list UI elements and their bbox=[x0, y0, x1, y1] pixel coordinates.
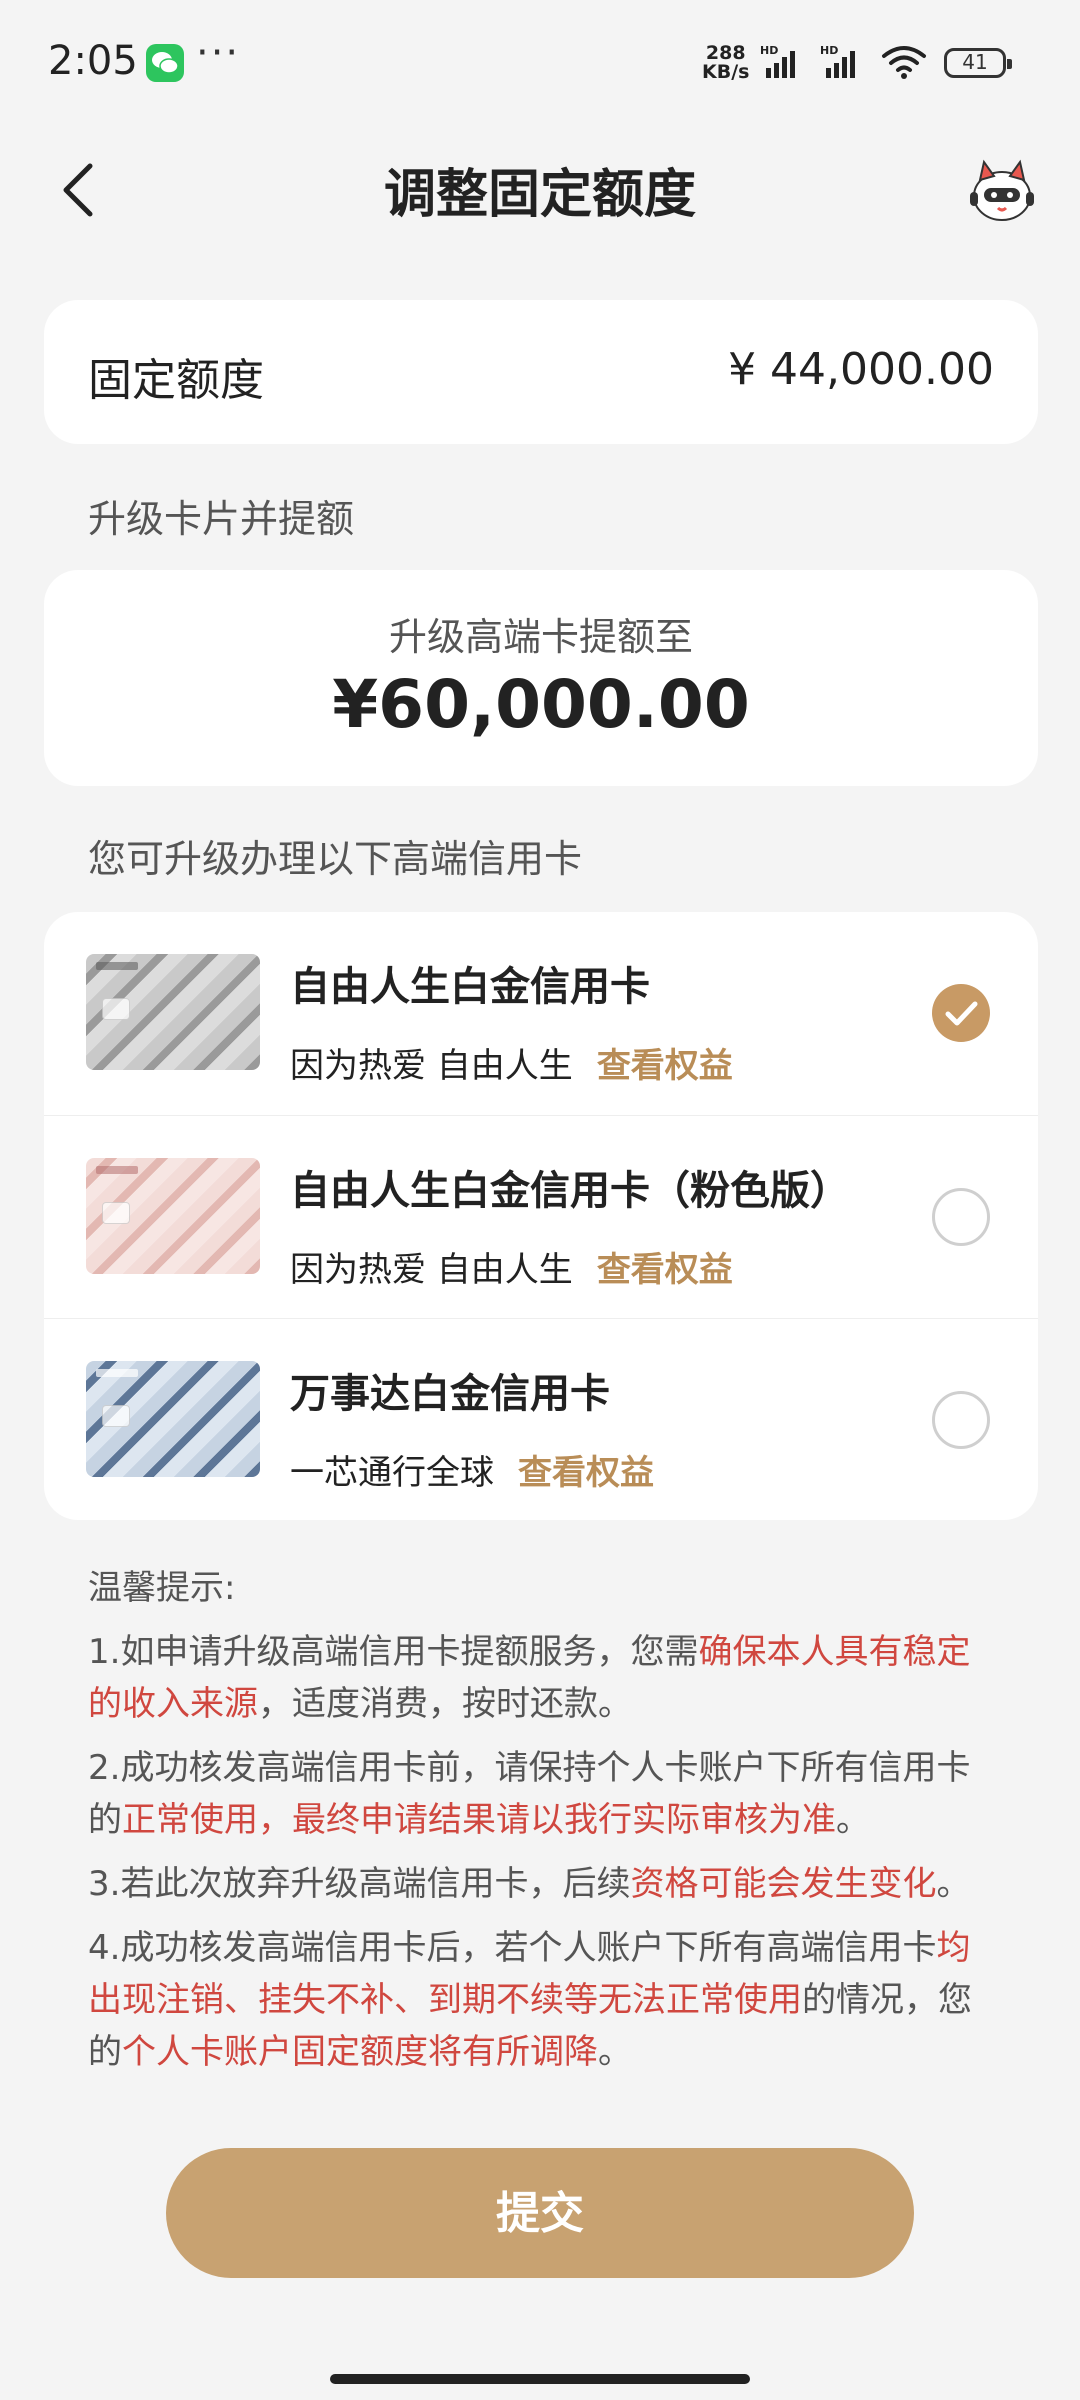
card-option-2[interactable]: 自由人生白金信用卡（粉色版） 因为热爱 自由人生 查看权益 bbox=[44, 1115, 1038, 1318]
home-indicator[interactable] bbox=[330, 2374, 750, 2384]
view-benefits-link[interactable]: 查看权益 bbox=[597, 1046, 733, 1086]
submit-button[interactable]: 提交 bbox=[166, 2148, 914, 2278]
card-image-blue bbox=[86, 1361, 260, 1477]
radio-selected[interactable] bbox=[932, 984, 990, 1042]
tips-title: 温馨提示: bbox=[88, 1568, 236, 1608]
cards-section-label: 您可升级办理以下高端信用卡 bbox=[88, 837, 583, 881]
upgrade-section-label: 升级卡片并提额 bbox=[88, 497, 355, 541]
wechat-icon bbox=[146, 44, 184, 82]
tip-4: 4.成功核发高端信用卡后，若个人账户下所有高端信用卡均出现注销、挂失不补、到期不… bbox=[88, 1928, 972, 2072]
tips-section: 温馨提示: 1.如申请升级高端信用卡提额服务，您需确保本人具有稳定的收入来源，适… bbox=[88, 1562, 998, 2090]
card-image-pink bbox=[86, 1158, 260, 1274]
status-time: 2:05 bbox=[48, 38, 138, 84]
tip-2: 2.成功核发高端信用卡前，请保持个人卡账户下所有信用卡的正常使用，最终申请结果请… bbox=[88, 1748, 971, 1840]
view-benefits-link[interactable]: 查看权益 bbox=[518, 1453, 654, 1493]
status-bar: 2:05 ··· 288 KB/s HD HD 41 bbox=[0, 0, 1080, 130]
card-desc: 一芯通行全球 查看权益 bbox=[290, 1453, 654, 1493]
fixed-limit-value: ¥ 44,000.00 bbox=[728, 344, 994, 395]
view-benefits-link[interactable]: 查看权益 bbox=[597, 1250, 733, 1290]
card-name: 自由人生白金信用卡 bbox=[290, 964, 650, 1010]
card-option-1[interactable]: 自由人生白金信用卡 因为热爱 自由人生 查看权益 bbox=[44, 912, 1038, 1114]
radio-unselected[interactable] bbox=[932, 1188, 990, 1246]
page-title: 调整固定额度 bbox=[383, 165, 696, 225]
signal-icon: HD bbox=[760, 44, 810, 84]
mascot-icon[interactable] bbox=[962, 150, 1042, 230]
svg-text:HD: HD bbox=[760, 44, 778, 57]
wifi-icon bbox=[880, 44, 928, 84]
fixed-limit-label: 固定额度 bbox=[88, 355, 264, 406]
card-option-3[interactable]: 万事达白金信用卡 一芯通行全球 查看权益 bbox=[44, 1318, 1038, 1520]
check-icon bbox=[945, 1001, 978, 1026]
upgrade-amount-card: 升级高端卡提额至 ¥60,000.00 bbox=[44, 570, 1038, 786]
more-notifications: ··· bbox=[196, 30, 241, 76]
tip-3: 3.若此次放弃升级高端信用卡，后续资格可能会发生变化。 bbox=[88, 1864, 971, 1904]
card-desc: 因为热爱 自由人生 查看权益 bbox=[290, 1046, 733, 1086]
upgrade-amount: ¥60,000.00 bbox=[332, 666, 750, 743]
upgrade-subtitle: 升级高端卡提额至 bbox=[388, 615, 693, 659]
network-speed: 288 KB/s bbox=[702, 42, 750, 83]
battery-icon: 41 bbox=[944, 48, 1012, 78]
card-name: 万事达白金信用卡 bbox=[290, 1371, 610, 1417]
fixed-limit-card: 固定额度 ¥ 44,000.00 bbox=[44, 300, 1038, 444]
card-image-silver bbox=[86, 954, 260, 1070]
signal-icon-2: HD bbox=[820, 44, 870, 84]
tip-1: 1.如申请升级高端信用卡提额服务，您需确保本人具有稳定的收入来源，适度消费，按时… bbox=[88, 1632, 971, 1724]
radio-unselected[interactable] bbox=[932, 1391, 990, 1449]
card-desc: 因为热爱 自由人生 查看权益 bbox=[290, 1250, 733, 1290]
header: 调整固定额度 bbox=[0, 130, 1080, 250]
card-name: 自由人生白金信用卡（粉色版） bbox=[290, 1168, 850, 1214]
credit-card-list: 自由人生白金信用卡 因为热爱 自由人生 查看权益 自由人生白金信用卡（粉色版） 因… bbox=[44, 912, 1038, 1520]
svg-text:HD: HD bbox=[820, 44, 838, 57]
